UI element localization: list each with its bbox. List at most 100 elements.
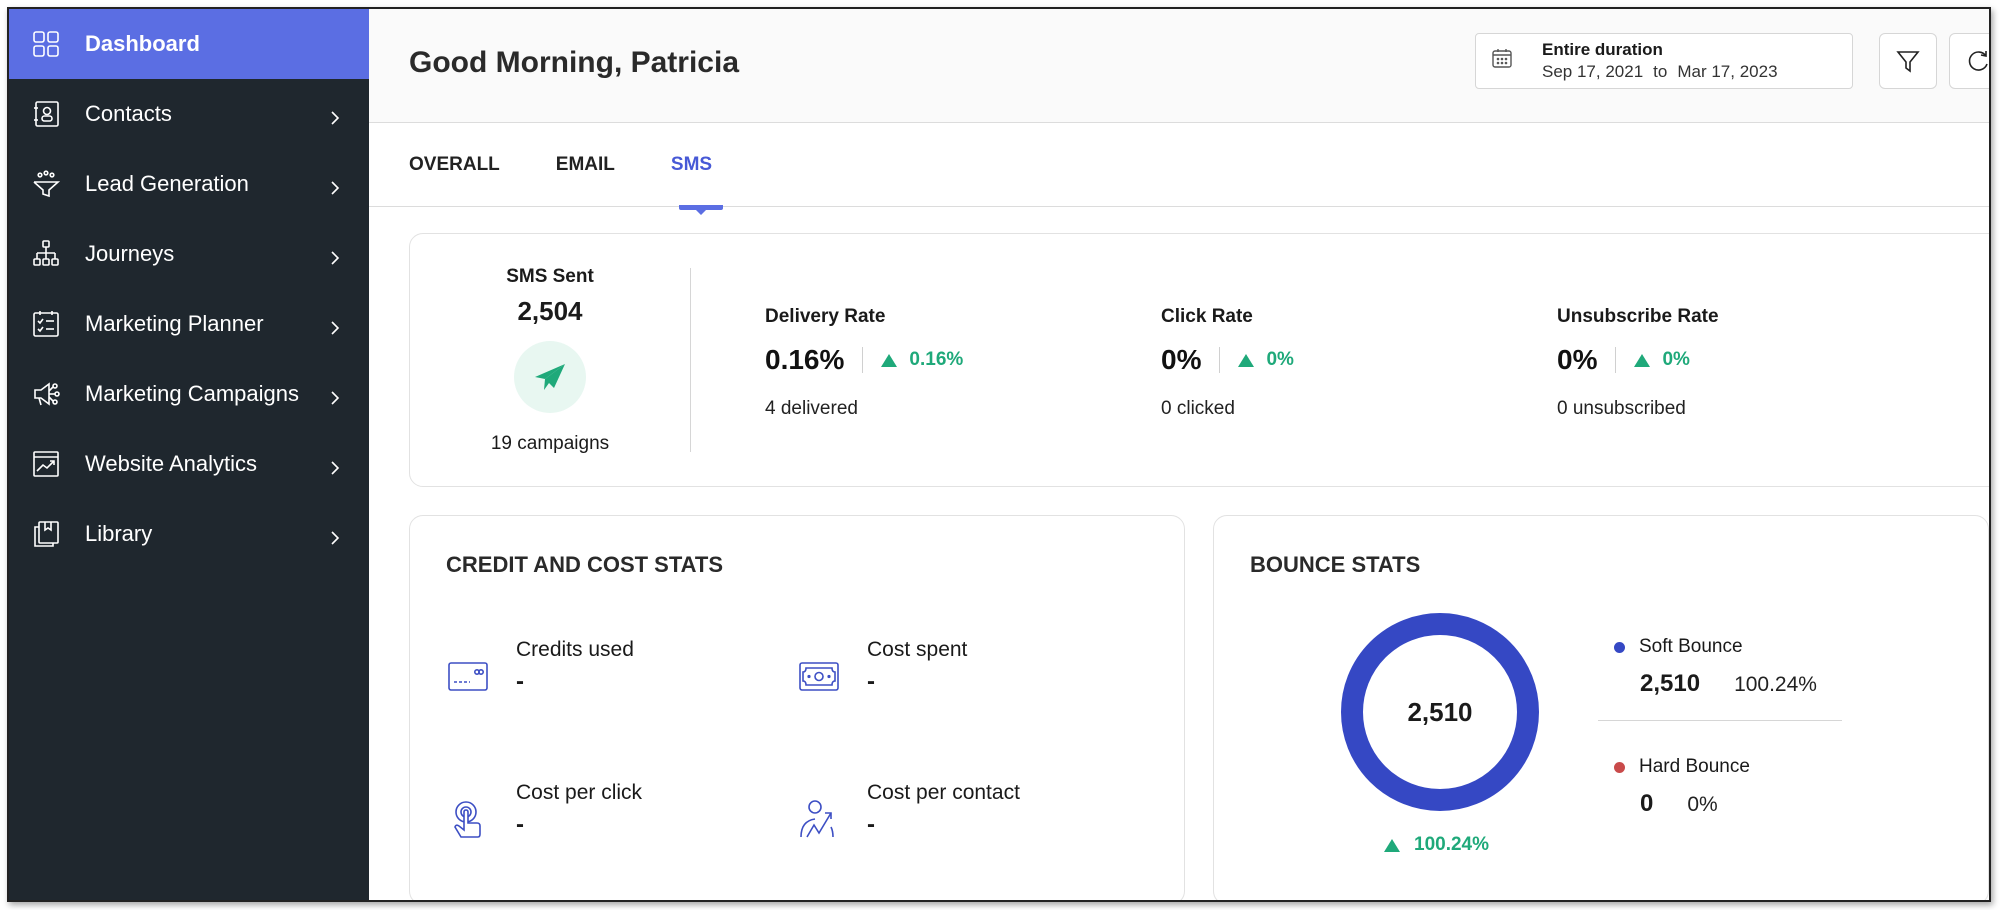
credit-cost-card: CREDIT AND COST STATS Credits used - Cos… [409,515,1185,900]
sms-sent-title: SMS Sent [506,265,594,287]
metric-delta: 0.16% [881,349,963,371]
active-tab-indicator [679,205,723,215]
sidebar-item-contacts[interactable]: Contacts [9,79,369,149]
bounce-stats-card: BOUNCE STATS 2,510 100.24% Soft Bounce 2… [1213,515,1989,900]
metric-title: Unsubscribe Rate [1557,306,1719,327]
arrow-up-icon [1238,353,1255,367]
campaign-count: 19 campaigns [490,432,610,454]
checklist-calendar-icon [31,309,61,339]
hierarchy-icon [31,239,61,269]
date-range-picker[interactable]: Entire duration Sep 17, 2021 to Mar 17, 20… [1475,32,1853,89]
stat-value: - [516,668,524,695]
divider [1598,720,1842,721]
metric-value: 0% [1557,344,1598,375]
legend-dot-icon [1614,761,1625,773]
sidebar-item-journeys[interactable]: Journeys [9,219,369,289]
sidebar-item-label: Marketing Planner [85,311,264,336]
sidebar-item-library[interactable]: Library [9,499,369,569]
sidebar: Dashboard Contacts Lead Generation Journ… [9,9,369,900]
divider [862,347,864,373]
arrow-up-icon [1634,353,1651,367]
tab-overall[interactable]: OVERALL [409,154,500,176]
paper-plane-icon [535,363,565,390]
calendar-icon [1490,46,1514,75]
metric-value: 0% [1161,344,1202,375]
date-range-label: Entire duration [1542,39,1663,59]
tab-email[interactable]: EMAIL [556,154,615,176]
metric-value: 0.16% [765,344,845,375]
sidebar-item-label: Marketing Campaigns [85,381,299,406]
sidebar-item-website-analytics[interactable]: Website Analytics [9,429,369,499]
legend-label: Soft Bounce [1639,636,1743,657]
sidebar-item-marketing-campaigns[interactable]: Marketing Campaigns [9,359,369,429]
legend-label: Hard Bounce [1639,756,1750,777]
main-content: Good Morning, Patricia Entire duration S… [369,9,1989,900]
metric-delivery-rate: Delivery Rate 0.16% 0.16% 4 delivered [765,306,963,420]
legend-count: 0 [1640,790,1654,817]
dashboard-grid-icon [31,29,61,59]
filter-button[interactable] [1879,32,1937,89]
banknote-icon [797,654,841,698]
refresh-button[interactable] [1949,32,1989,89]
sidebar-item-label: Contacts [85,101,172,126]
megaphone-icon [31,379,61,409]
sidebar-item-label: Dashboard [85,31,200,56]
chevron-right-icon [327,526,343,545]
paper-plane-badge [514,340,586,413]
metric-footnote: 0 unsubscribed [1557,398,1686,419]
sidebar-item-label: Lead Generation [85,171,249,196]
credit-card-icon [446,654,490,698]
sms-summary-card: SMS Sent 2,504 19 campaigns Delivery Rat… [409,233,1989,487]
metric-delta: 0% [1634,349,1690,371]
legend-percent: 100.24% [1734,673,1817,696]
sms-sent-block: SMS Sent 2,504 19 campaigns [410,234,690,486]
sidebar-item-marketing-planner[interactable]: Marketing Planner [9,289,369,359]
legend-dot-icon [1614,641,1625,653]
channel-tabs: OVERALL EMAIL SMS [369,123,1989,215]
date-range-values: Sep 17, 2021 to Mar 17, 2023 [1542,62,1778,82]
bounce-donut-chart: 2,510 [1340,612,1540,812]
chevron-right-icon [327,106,343,125]
analytics-window-icon [31,449,61,479]
stat-cost-per-contact: Cost per contact - [797,781,1020,841]
metric-delta: 0% [1238,349,1294,371]
legend-count: 2,510 [1640,670,1701,697]
user-growth-icon [797,797,841,841]
funnel-icon [31,169,61,199]
donut-total: 2,510 [1407,696,1473,727]
metric-footnote: 0 clicked [1161,398,1235,419]
stat-label: Cost per contact [867,781,1020,804]
metric-title: Delivery Rate [765,306,886,327]
sidebar-item-dashboard[interactable]: Dashboard [9,9,369,79]
tap-finger-icon [446,797,490,841]
sidebar-item-lead-generation[interactable]: Lead Generation [9,149,369,219]
stat-label: Cost per click [516,781,643,804]
stat-value: - [516,811,524,838]
chevron-right-icon [327,246,343,265]
divider [1219,347,1221,373]
chevron-right-icon [327,456,343,475]
legend-hard-bounce: Hard Bounce 0 0% [1614,756,1750,818]
metric-unsubscribe-rate: Unsubscribe Rate 0% 0% 0 unsubscribed [1557,306,1719,420]
date-from: Sep 17, 2021 [1542,61,1644,81]
stat-credits-used: Credits used - [446,638,634,698]
chevron-right-icon [327,316,343,335]
metric-click-rate: Click Rate 0% 0% 0 clicked [1161,306,1294,420]
sidebar-item-label: Journeys [85,241,175,266]
page-title: Good Morning, Patricia [409,45,740,79]
app-window: Dashboard Contacts Lead Generation Journ… [7,7,1991,902]
page-header: Good Morning, Patricia Entire duration S… [369,9,1989,123]
card-title: CREDIT AND COST STATS [446,552,724,577]
tab-sms[interactable]: SMS [671,154,712,176]
card-title: BOUNCE STATS [1250,552,1421,577]
arrow-up-icon [881,353,898,367]
metric-title: Click Rate [1161,306,1253,327]
sidebar-item-label: Library [85,521,153,546]
stat-label: Credits used [516,638,634,661]
library-book-icon [31,519,61,549]
date-range-text: Entire duration Sep 17, 2021 to Mar 17, 20… [1542,40,1778,82]
arrow-up-icon [1384,838,1400,852]
sms-sent-value: 2,504 [517,295,583,326]
filter-icon [1896,50,1920,73]
date-to-word: to [1653,61,1668,81]
